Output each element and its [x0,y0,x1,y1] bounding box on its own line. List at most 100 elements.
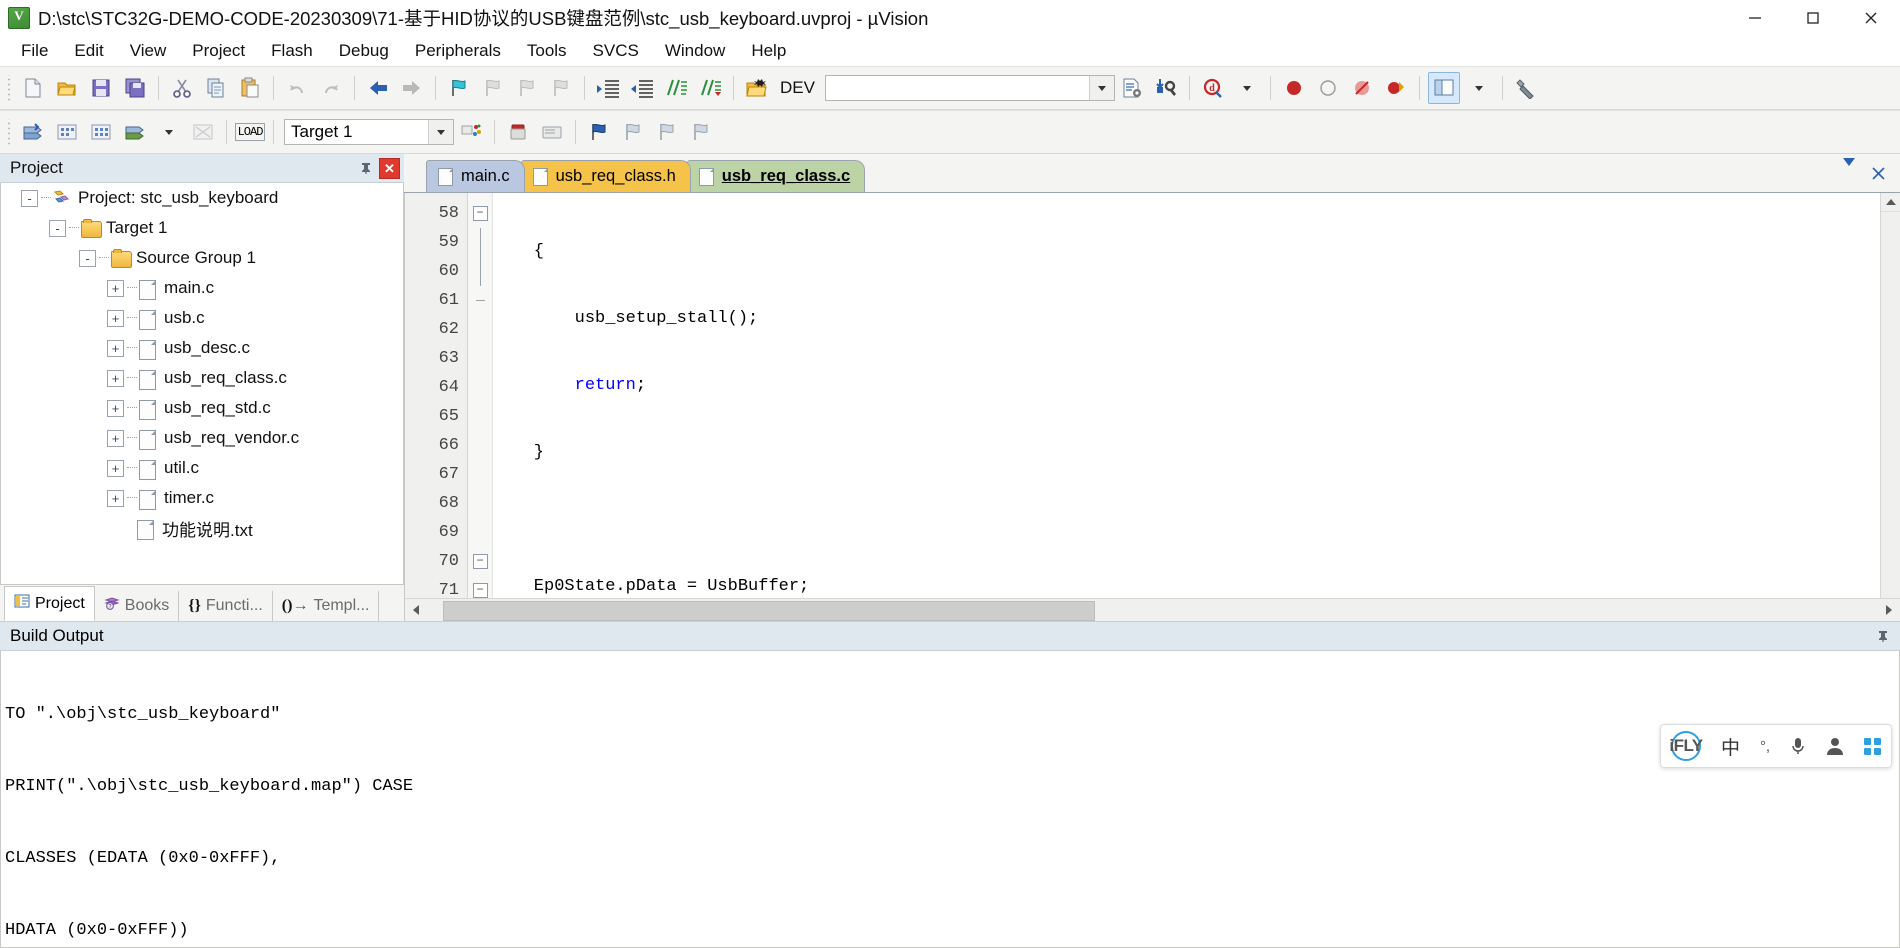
fold-toggle[interactable]: − [468,576,492,598]
code-text[interactable]: { usb_setup_stall(); return; } Ep0State.… [493,193,1900,598]
target-combo[interactable]: Target 1 [284,119,454,145]
outdent-icon[interactable] [627,73,657,103]
expander-icon[interactable]: + [107,339,124,357]
ime-toolbar[interactable]: iFLY 中 °, [1660,724,1892,768]
bookmark-toggle-icon[interactable] [444,73,474,103]
editor-tab-usb-req-class-c[interactable]: usb_req_class.c [686,160,866,192]
expander-icon[interactable]: + [107,309,124,327]
tree-node-file[interactable]: 功能说明.txt [1,513,403,543]
comment-icon[interactable] [661,73,691,103]
rebuild-icon[interactable] [86,117,116,147]
fold-toggle[interactable]: − [468,199,492,228]
save-icon[interactable] [86,73,116,103]
tree-node-source-group[interactable]: - Source Group 1 [1,243,403,273]
menu-debug[interactable]: Debug [326,38,402,64]
menu-view[interactable]: View [117,38,180,64]
editor-vertical-scrollbar[interactable] [1880,193,1900,598]
tree-node-file[interactable]: + main.c [1,273,403,303]
editor-tab-usb-req-class-h[interactable]: usb_req_class.h [520,160,691,192]
tree-node-file[interactable]: + usb_req_vendor.c [1,423,403,453]
menu-help[interactable]: Help [738,38,799,64]
close-panel-button[interactable]: ✕ [379,157,400,179]
batch-build-icon[interactable] [120,117,150,147]
scroll-thumb[interactable] [443,601,1095,621]
tab-functions[interactable]: {} Functi... [179,591,273,621]
scroll-up-arrow[interactable] [1881,193,1900,212]
tree-node-file[interactable]: + timer.c [1,483,403,513]
expander-icon[interactable]: + [107,489,124,507]
fold-column[interactable]: − − − − [468,193,493,598]
target-options-icon[interactable] [1117,73,1147,103]
target-options2-icon[interactable] [503,117,533,147]
find-in-files-icon[interactable]: d [1198,73,1228,103]
layout-dropdown-icon[interactable] [1464,73,1494,103]
microphone-icon[interactable] [1790,736,1806,756]
expander-icon[interactable]: - [49,219,66,237]
chevron-down-icon[interactable] [1843,158,1855,186]
configure-icon[interactable] [1151,73,1181,103]
settings-icon[interactable] [1511,73,1541,103]
toolbar-grip[interactable] [5,119,13,145]
maximize-button[interactable] [1784,0,1842,36]
uncomment-icon[interactable] [695,73,725,103]
load-icon[interactable]: LOAD [234,117,266,147]
editor-tab-main-c[interactable]: main.c [426,160,525,192]
tree-node-file[interactable]: + usb_req_class.c [1,363,403,393]
tree-node-file[interactable]: + usb.c [1,303,403,333]
menu-project[interactable]: Project [179,38,258,64]
navigate-back-icon[interactable] [363,73,393,103]
save-all-icon[interactable] [120,73,150,103]
fold-toggle[interactable]: − [468,547,492,576]
expander-icon[interactable]: + [107,369,124,387]
build-icon[interactable] [52,117,82,147]
bookmark-flag-icon[interactable] [584,117,614,147]
expander-icon[interactable]: - [79,249,96,267]
pin-icon[interactable] [357,159,375,177]
build-output-text[interactable]: TO ".\obj\stc_usb_keyboard" PRINT(".\obj… [0,651,1900,948]
paste-icon[interactable] [235,73,265,103]
indent-icon[interactable] [593,73,623,103]
expander-icon[interactable]: + [107,429,124,447]
app-grid-icon[interactable] [1864,737,1882,755]
copy-icon[interactable] [201,73,231,103]
menu-peripherals[interactable]: Peripherals [402,38,514,64]
tree-node-target[interactable]: - Target 1 [1,213,403,243]
iflytek-logo-icon[interactable]: iFLY [1669,731,1703,761]
batch-build-dropdown-icon[interactable] [154,117,184,147]
punctuation-icon[interactable]: °, [1760,738,1770,755]
expander-icon[interactable]: - [21,189,38,207]
close-button[interactable] [1842,0,1900,36]
cut-icon[interactable] [167,73,197,103]
window-layout-icon[interactable] [1427,72,1460,104]
menu-flash[interactable]: Flash [258,38,326,64]
editor-horizontal-scrollbar[interactable] [404,598,1900,621]
open-file-icon[interactable] [52,73,82,103]
tab-templates[interactable]: ()→ Templ... [273,591,380,621]
menu-tools[interactable]: Tools [514,38,580,64]
insert-breakpoint-icon[interactable] [1279,73,1309,103]
find-dropdown-icon[interactable] [1232,73,1262,103]
enable-breakpoints-icon[interactable] [1381,73,1411,103]
kill-breakpoints-icon[interactable] [1313,73,1343,103]
scroll-right-arrow[interactable] [1878,600,1900,620]
tree-node-file[interactable]: + usb_req_std.c [1,393,403,423]
menu-edit[interactable]: Edit [61,38,116,64]
user-icon[interactable] [1826,736,1844,756]
pin-icon[interactable] [1874,627,1892,645]
chevron-down-icon[interactable] [1088,76,1114,100]
expander-icon[interactable]: + [107,459,124,477]
tree-node-file[interactable]: + usb_desc.c [1,333,403,363]
menu-window[interactable]: Window [652,38,738,64]
toolbar-grip[interactable] [5,75,13,101]
open-folder-target-icon[interactable] [742,73,772,103]
code-editor[interactable]: 58 59 60 61 62 63 64 65 66 67 68 69 70 7… [404,193,1900,598]
project-tree[interactable]: - Project: stc_usb_keyboard - Target 1 -… [0,183,404,585]
chevron-down-icon[interactable] [428,120,453,144]
expander-icon[interactable]: + [107,279,124,297]
manage-components-icon[interactable] [456,117,486,147]
tab-project[interactable]: Project [4,586,95,621]
menu-svcs[interactable]: SVCS [580,38,652,64]
expander-icon[interactable]: + [107,399,124,417]
close-icon[interactable] [1871,166,1886,186]
target-selector-combo[interactable] [824,75,1115,101]
